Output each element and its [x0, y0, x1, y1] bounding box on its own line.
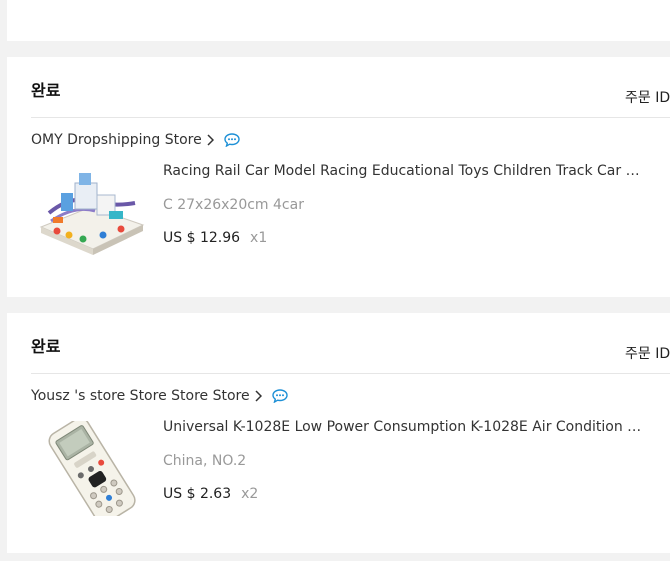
order-card: 완료 주문 ID: OMY Dropshipping Store Racing … — [7, 57, 670, 297]
order-id-label: 주문 ID: — [625, 90, 670, 106]
product-thumbnail-partial — [89, 0, 125, 6]
chat-bubble-icon[interactable] — [224, 133, 240, 147]
store-link[interactable]: Yousz 's store Store Store Store — [31, 388, 288, 404]
price-row: US $ 2.63 x2 — [163, 486, 258, 502]
product-image[interactable] — [31, 421, 151, 516]
product-image[interactable] — [31, 165, 151, 260]
product-title[interactable]: Racing Rail Car Model Racing Educational… — [163, 163, 643, 179]
product-quantity: x2 — [241, 486, 259, 502]
chevron-right-icon — [206, 134, 214, 146]
order-status: 완료 — [31, 81, 61, 100]
price-row: US $ 12.96 x1 — [163, 230, 267, 246]
product-price: US $ 2.63 — [163, 486, 232, 502]
store-name[interactable]: Yousz 's store Store Store Store — [31, 388, 250, 404]
divider — [31, 117, 670, 118]
store-name[interactable]: OMY Dropshipping Store — [31, 132, 202, 148]
order-card-partial — [7, 0, 670, 41]
product-price: US $ 12.96 — [163, 230, 241, 246]
chat-bubble-icon[interactable] — [271, 389, 288, 403]
product-title[interactable]: Universal K-1028E Low Power Consumption … — [163, 419, 643, 435]
order-card: 완료 주문 ID: Yousz 's store Store Store Sto… — [7, 313, 670, 553]
product-variant: C 27x26x20cm 4car — [163, 197, 304, 213]
order-status: 완료 — [31, 337, 61, 356]
product-quantity: x1 — [250, 230, 268, 246]
product-variant: China, NO.2 — [163, 453, 247, 469]
order-id-label: 주문 ID: — [625, 346, 670, 362]
store-link[interactable]: OMY Dropshipping Store — [31, 132, 240, 148]
chevron-right-icon — [254, 390, 262, 402]
divider — [31, 373, 670, 374]
